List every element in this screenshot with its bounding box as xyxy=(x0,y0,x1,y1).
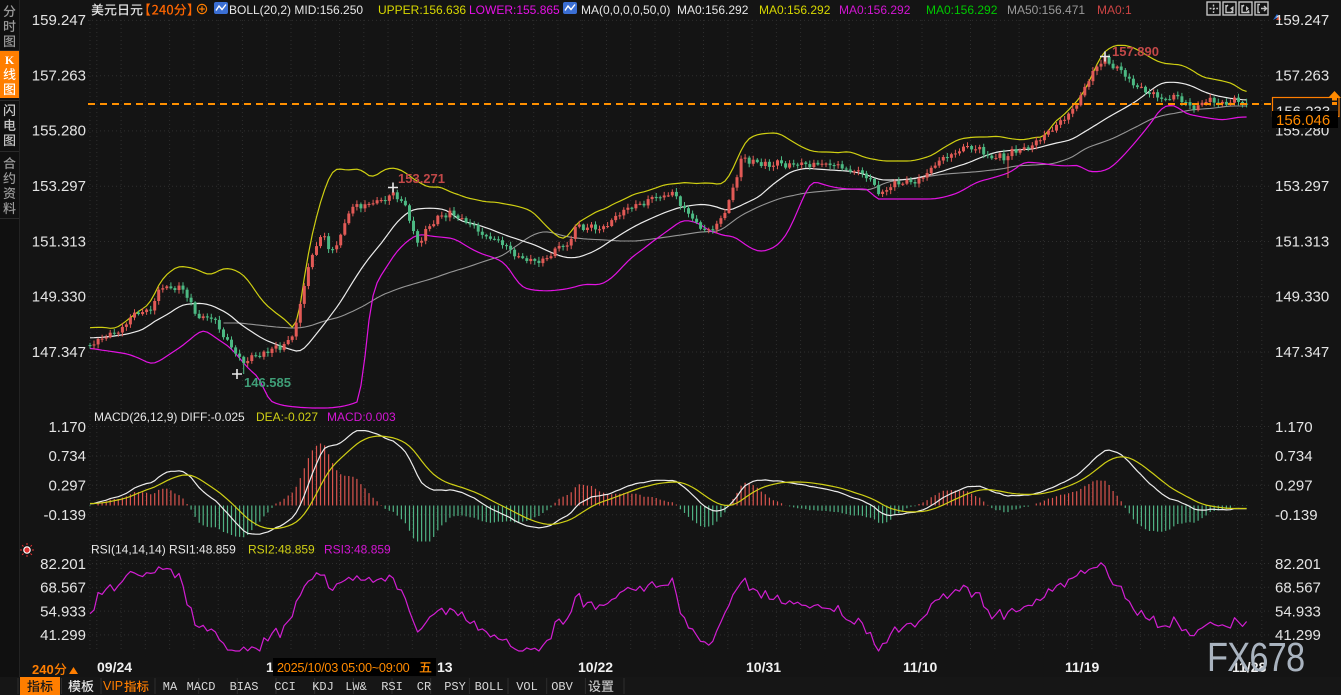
svg-text:153.297: 153.297 xyxy=(32,178,86,195)
svg-text:147.347: 147.347 xyxy=(32,344,86,361)
svg-text:157.263: 157.263 xyxy=(1275,67,1329,84)
svg-text:155.280: 155.280 xyxy=(32,123,86,140)
svg-text:156.046: 156.046 xyxy=(1276,112,1330,129)
svg-text:159.247: 159.247 xyxy=(32,12,86,29)
svg-text:MA0:156.292: MA0:156.292 xyxy=(677,3,749,17)
svg-text:DEA:-0.027: DEA:-0.027 xyxy=(256,410,318,424)
svg-text:0.734: 0.734 xyxy=(1275,448,1313,465)
svg-text:68.567: 68.567 xyxy=(1275,580,1321,597)
svg-text:BOLL: BOLL xyxy=(475,680,504,694)
svg-text:MA(0,0,0,0,50,0): MA(0,0,0,0,50,0) xyxy=(581,3,670,17)
svg-text:240: 240 xyxy=(32,662,54,677)
svg-text:MACD:0.003: MACD:0.003 xyxy=(327,410,396,424)
svg-text:151.313: 151.313 xyxy=(1275,233,1329,250)
svg-text:MACD: MACD xyxy=(187,680,216,694)
svg-text:RSI2:48.859: RSI2:48.859 xyxy=(248,543,315,557)
svg-text:CR: CR xyxy=(417,680,431,694)
svg-text:82.201: 82.201 xyxy=(1275,556,1321,573)
svg-text:41.299: 41.299 xyxy=(40,627,86,644)
svg-text:PSY: PSY xyxy=(444,680,466,694)
svg-text:MACD(26,12,9) DIFF:-0.025: MACD(26,12,9) DIFF:-0.025 xyxy=(94,410,245,424)
svg-text:MA0:156.292: MA0:156.292 xyxy=(759,3,831,17)
svg-text:1.170: 1.170 xyxy=(1275,419,1313,436)
svg-text:147.347: 147.347 xyxy=(1275,344,1329,361)
svg-text:BOLL(20,2) MID:156.250: BOLL(20,2) MID:156.250 xyxy=(229,3,363,17)
svg-text:1: 1 xyxy=(266,659,274,675)
svg-text:157.263: 157.263 xyxy=(32,67,86,84)
svg-text:10/31: 10/31 xyxy=(746,659,781,675)
svg-text:1.170: 1.170 xyxy=(48,419,86,436)
svg-text:UPPER:156.636: UPPER:156.636 xyxy=(378,3,466,17)
svg-text:0.297: 0.297 xyxy=(1275,478,1313,495)
svg-text:54.933: 54.933 xyxy=(40,603,86,620)
svg-text:RSI3:48.859: RSI3:48.859 xyxy=(324,543,391,557)
svg-text:RSI(14,14,14) RSI1:48.859: RSI(14,14,14) RSI1:48.859 xyxy=(91,543,236,557)
svg-text:151.313: 151.313 xyxy=(32,233,86,250)
svg-text:MA0:1: MA0:1 xyxy=(1097,3,1132,17)
svg-text:CCI: CCI xyxy=(274,680,296,694)
svg-text:13: 13 xyxy=(437,659,453,675)
svg-text:FX678: FX678 xyxy=(1207,635,1304,680)
svg-text:VOL: VOL xyxy=(516,680,538,694)
svg-text:54.933: 54.933 xyxy=(1275,603,1321,620)
svg-text:68.567: 68.567 xyxy=(40,580,86,597)
svg-text:153.297: 153.297 xyxy=(1275,178,1329,195)
svg-text:MA50:156.471: MA50:156.471 xyxy=(1007,3,1085,17)
svg-text:146.585: 146.585 xyxy=(244,375,291,390)
svg-text:MA0:156.292: MA0:156.292 xyxy=(839,3,911,17)
svg-text:149.330: 149.330 xyxy=(1275,289,1329,306)
svg-text:11/10: 11/10 xyxy=(903,659,937,675)
svg-text:MA: MA xyxy=(163,680,178,694)
svg-text:157.890: 157.890 xyxy=(1112,44,1159,59)
svg-text:2025/10/03 05:00~09:00: 2025/10/03 05:00~09:00 xyxy=(277,661,410,675)
svg-text:OBV: OBV xyxy=(551,680,573,694)
svg-text:82.201: 82.201 xyxy=(40,556,86,573)
svg-text:149.330: 149.330 xyxy=(32,289,86,306)
svg-text:LW&: LW& xyxy=(345,680,367,694)
svg-text:K: K xyxy=(5,53,15,67)
svg-text:0.734: 0.734 xyxy=(48,448,86,465)
svg-text:09/24: 09/24 xyxy=(97,659,132,675)
svg-text:LOWER:155.865: LOWER:155.865 xyxy=(469,3,560,17)
svg-text:-0.139: -0.139 xyxy=(43,507,86,524)
svg-text:VIP: VIP xyxy=(103,679,123,693)
svg-text:MA0:156.292: MA0:156.292 xyxy=(926,3,998,17)
svg-text:11/19: 11/19 xyxy=(1065,659,1099,675)
svg-text:159.247: 159.247 xyxy=(1275,12,1329,29)
svg-text:BIAS: BIAS xyxy=(230,680,259,694)
svg-text:-0.139: -0.139 xyxy=(1275,507,1318,524)
svg-text:0.297: 0.297 xyxy=(48,478,86,495)
svg-text:10/22: 10/22 xyxy=(578,659,613,675)
svg-text:153.271: 153.271 xyxy=(398,171,445,186)
svg-text:RSI: RSI xyxy=(381,680,403,694)
svg-text:KDJ: KDJ xyxy=(312,680,334,694)
